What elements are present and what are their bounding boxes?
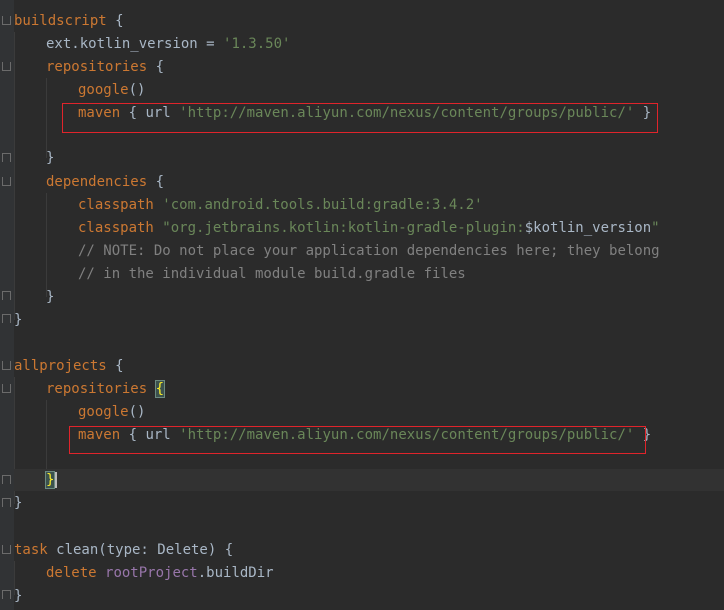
fold-icon[interactable]: [2, 361, 11, 370]
code-line: dependencies {: [14, 171, 724, 193]
code-line: }: [14, 309, 724, 331]
punctuation: }: [14, 495, 23, 511]
keyword: repositories: [46, 59, 148, 75]
keyword: allprojects: [14, 358, 107, 374]
code-line: repositories {: [14, 56, 724, 78]
fold-icon[interactable]: [2, 498, 11, 507]
code-line: classpath "org.jetbrains.kotlin:kotlin-g…: [14, 217, 724, 239]
keyword: delete: [46, 565, 97, 581]
code-line: // in the individual module build.gradle…: [14, 263, 724, 285]
keyword: task: [14, 542, 48, 558]
punctuation: {: [106, 13, 124, 29]
punctuation: }: [46, 289, 55, 305]
keyword: classpath: [78, 220, 154, 236]
code-text: .buildDir: [197, 565, 274, 581]
punctuation: (): [128, 82, 146, 98]
string-literal: ": [651, 220, 660, 236]
matched-brace: {: [154, 380, 166, 398]
code-text: ext.kotlin_version =: [46, 36, 224, 52]
comment: // in the individual module build.gradle…: [78, 266, 466, 282]
code-line: // NOTE: Do not place your application d…: [14, 240, 724, 262]
comment: // NOTE: Do not place your application d…: [78, 243, 660, 259]
code-line: allprojects {: [14, 355, 724, 377]
fold-icon[interactable]: [2, 545, 11, 554]
fold-icon[interactable]: [2, 62, 11, 71]
punctuation: {: [106, 358, 124, 374]
code-line: }: [14, 492, 724, 514]
fold-icon[interactable]: [2, 314, 11, 323]
fold-icon[interactable]: [2, 291, 11, 300]
punctuation: {: [147, 174, 165, 190]
fold-icon[interactable]: [2, 384, 11, 393]
fold-icon[interactable]: [2, 590, 11, 599]
matched-brace: }: [44, 471, 56, 489]
string-literal: "org.jetbrains.kotlin:kotlin-gradle-plug…: [162, 220, 525, 236]
fold-icon[interactable]: [2, 475, 11, 484]
variable: $kotlin_version: [524, 220, 652, 236]
text-caret: [55, 472, 58, 488]
code-line: buildscript {: [14, 10, 724, 32]
code-line: classpath 'com.android.tools.build:gradl…: [14, 194, 724, 216]
fold-icon[interactable]: [2, 16, 11, 25]
punctuation: }: [14, 588, 23, 604]
code-line: }: [14, 147, 724, 169]
gutter: [0, 0, 14, 610]
code-line: ext.kotlin_version = '1.3.50': [14, 33, 724, 55]
code-line: google(): [14, 79, 724, 101]
keyword: repositories: [46, 381, 148, 397]
code-line: }: [14, 286, 724, 308]
keyword: google: [78, 404, 129, 420]
code-editor[interactable]: buildscript { ext.kotlin_version = '1.3.…: [0, 0, 724, 610]
code-line: repositories {: [14, 378, 724, 400]
punctuation: {: [147, 59, 165, 75]
code-line: delete rootProject.buildDir: [14, 562, 724, 584]
current-code-line: }: [14, 469, 724, 491]
string-literal: '1.3.50': [223, 36, 291, 52]
code-text: clean(type: Delete) {: [47, 542, 234, 558]
fold-icon[interactable]: [2, 177, 11, 186]
keyword: dependencies: [46, 174, 148, 190]
property: rootProject: [105, 565, 198, 581]
code-line: }: [14, 585, 724, 607]
fold-icon[interactable]: [2, 153, 11, 162]
keyword: classpath: [78, 197, 154, 213]
annotation-box: [69, 426, 646, 454]
annotation-box: [62, 103, 658, 133]
string-literal: 'com.android.tools.build:gradle:3.4.2': [162, 197, 483, 213]
punctuation: }: [14, 312, 23, 328]
code-line: task clean(type: Delete) {: [14, 539, 724, 561]
keyword: buildscript: [14, 13, 107, 29]
keyword: google: [78, 82, 129, 98]
code-line: google(): [14, 401, 724, 423]
punctuation: (): [128, 404, 146, 420]
punctuation: }: [46, 150, 55, 166]
